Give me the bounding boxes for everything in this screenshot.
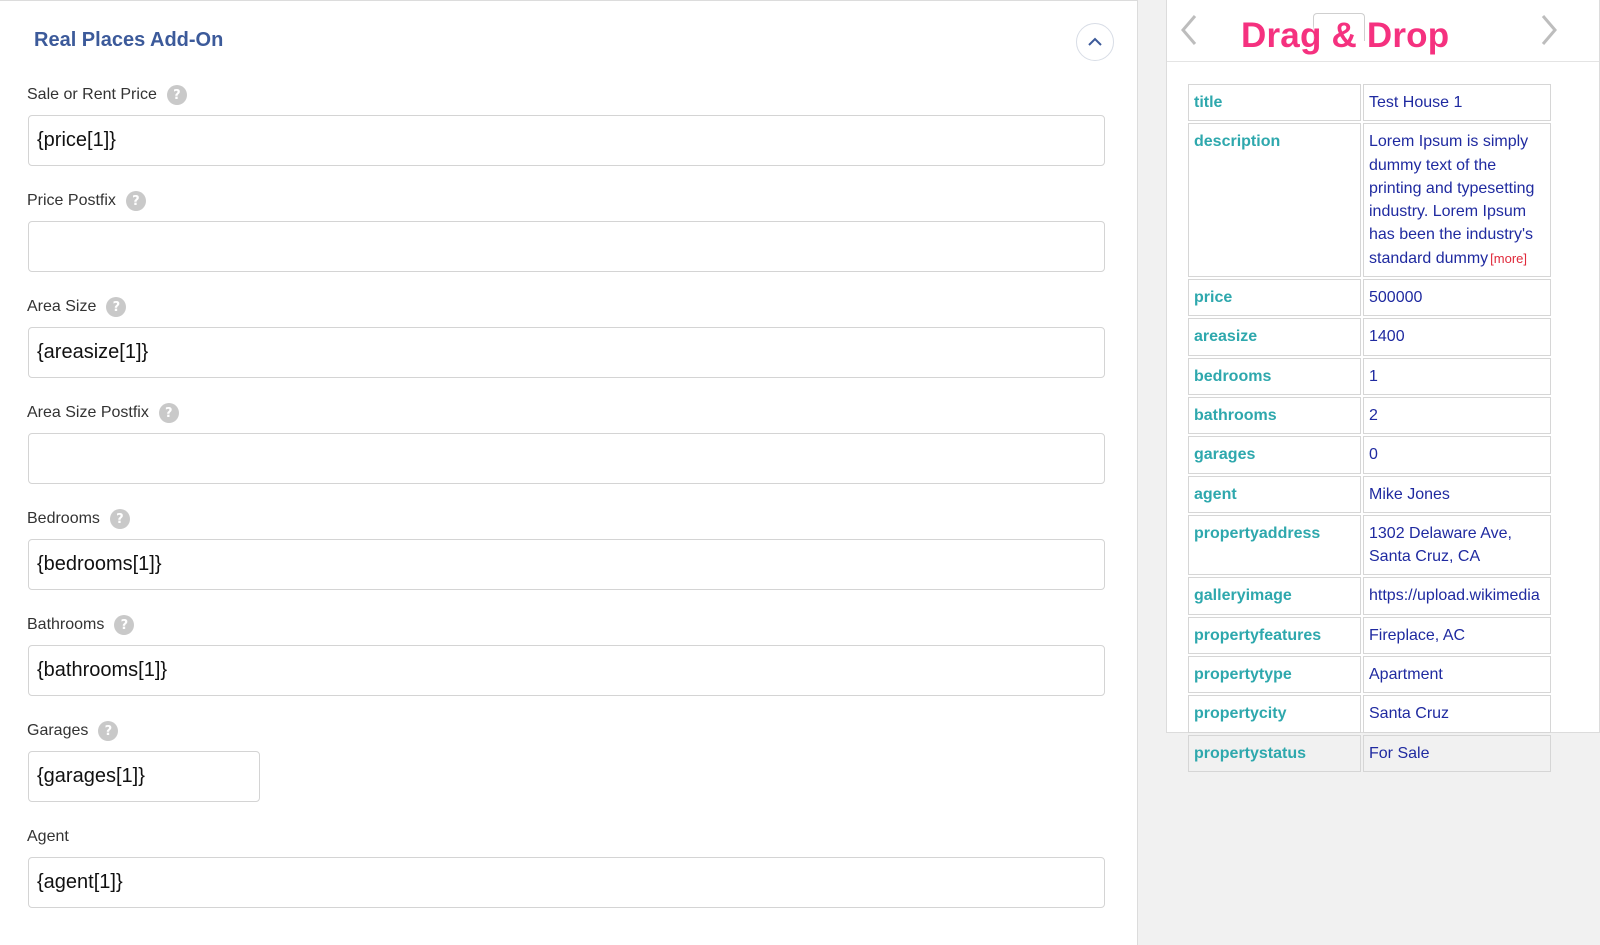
table-row: title Test House 1: [1188, 84, 1551, 122]
help-icon[interactable]: ?: [125, 191, 146, 211]
area-size-input[interactable]: [28, 327, 1105, 378]
field-key[interactable]: propertystatus: [1188, 734, 1361, 772]
field-label-agent: Agent: [27, 826, 69, 848]
price-postfix-input[interactable]: [28, 221, 1105, 272]
table-row: propertytype Apartment: [1188, 656, 1551, 694]
field-key[interactable]: propertyaddress: [1188, 514, 1361, 576]
help-icon[interactable]: ?: [106, 297, 127, 317]
field-value[interactable]: 1302 Delaware Ave, Santa Cruz, CA: [1363, 514, 1551, 576]
field-value[interactable]: 2: [1363, 396, 1551, 435]
field-label-text: Area Size: [27, 298, 97, 315]
chevron-right-icon: [1541, 15, 1557, 45]
field-label-price-postfix: Price Postfix ?: [27, 190, 146, 212]
price-input[interactable]: [28, 115, 1105, 166]
collapse-button[interactable]: [1076, 23, 1114, 61]
more-link[interactable]: [more]: [1490, 251, 1527, 266]
field-value[interactable]: Test House 1: [1363, 84, 1551, 122]
real-places-addon-panel: Real Places Add-On Sale or Rent Price ? …: [0, 0, 1138, 945]
agent-input[interactable]: [28, 857, 1105, 908]
table-row: agent Mike Jones: [1188, 475, 1551, 513]
field-label-bathrooms: Bathrooms ?: [27, 614, 135, 636]
table-row: price 500000: [1188, 279, 1551, 317]
field-label-price: Sale or Rent Price ?: [27, 84, 187, 106]
previous-record-button[interactable]: [1177, 12, 1201, 48]
table-row: description Lorem Ipsum is simply dummy …: [1188, 123, 1551, 278]
field-label-area-size: Area Size ?: [27, 296, 127, 318]
field-label-garages: Garages ?: [27, 720, 119, 742]
description-text: Lorem Ipsum is simply dummy text of the …: [1369, 133, 1535, 267]
table-row: bedrooms 1: [1188, 357, 1551, 395]
panel-title: Real Places Add-On: [34, 29, 224, 51]
bedrooms-input[interactable]: [28, 539, 1105, 590]
table-row: galleryimage https://upload.wikimedia: [1188, 577, 1551, 615]
field-key[interactable]: bedrooms: [1188, 357, 1361, 395]
table-row: propertycity Santa Cruz: [1188, 695, 1551, 733]
field-label-text: Bedrooms: [27, 510, 100, 527]
help-icon[interactable]: ?: [109, 509, 130, 529]
drag-drop-panel: Drag & Drop title Test House 1 descripti…: [1166, 0, 1600, 772]
field-key[interactable]: description: [1188, 123, 1361, 278]
help-icon[interactable]: ?: [98, 721, 119, 741]
table-row: propertystatus For Sale: [1188, 734, 1551, 772]
field-value[interactable]: https://upload.wikimedia: [1363, 577, 1551, 615]
area-size-postfix-input[interactable]: [28, 433, 1105, 484]
field-value[interactable]: For Sale: [1363, 734, 1551, 772]
help-icon[interactable]: ?: [158, 403, 179, 423]
field-value[interactable]: Apartment: [1363, 656, 1551, 694]
chevron-up-icon: [1088, 37, 1102, 46]
bathrooms-input[interactable]: [28, 645, 1105, 696]
record-data-table: title Test House 1 description Lorem Ips…: [1186, 82, 1553, 774]
field-key[interactable]: propertytype: [1188, 656, 1361, 694]
field-key[interactable]: galleryimage: [1188, 577, 1361, 615]
table-row: areasize 1400: [1188, 318, 1551, 356]
help-icon[interactable]: ?: [166, 85, 187, 105]
field-key[interactable]: title: [1188, 84, 1361, 122]
table-row: garages 0: [1188, 436, 1551, 474]
field-value[interactable]: Fireplace, AC: [1363, 616, 1551, 655]
help-icon[interactable]: ?: [114, 615, 135, 635]
field-key[interactable]: garages: [1188, 436, 1361, 474]
drag-drop-title: Drag & Drop: [1241, 16, 1450, 55]
garages-input[interactable]: [28, 751, 260, 802]
field-key[interactable]: propertyfeatures: [1188, 616, 1361, 655]
field-key[interactable]: propertycity: [1188, 695, 1361, 733]
field-label-text: Area Size Postfix: [27, 404, 149, 421]
table-row: propertyaddress 1302 Delaware Ave, Santa…: [1188, 514, 1551, 576]
table-row: propertyfeatures Fireplace, AC: [1188, 616, 1551, 655]
field-value[interactable]: Mike Jones: [1363, 475, 1551, 513]
field-key[interactable]: agent: [1188, 475, 1361, 513]
field-label-bedrooms: Bedrooms ?: [27, 508, 130, 530]
field-key[interactable]: price: [1188, 279, 1361, 317]
field-value[interactable]: 500000: [1363, 279, 1551, 317]
field-label-text: Agent: [27, 828, 69, 845]
field-value[interactable]: Santa Cruz: [1363, 695, 1551, 733]
next-record-button[interactable]: [1537, 12, 1561, 48]
field-value[interactable]: 0: [1363, 436, 1551, 474]
field-label-text: Bathrooms: [27, 616, 105, 633]
field-label-area-size-postfix: Area Size Postfix ?: [27, 402, 179, 424]
field-key[interactable]: bathrooms: [1188, 396, 1361, 435]
field-label-text: Sale or Rent Price: [27, 86, 157, 103]
drag-drop-header: Drag & Drop: [1167, 0, 1599, 62]
table-row: bathrooms 2: [1188, 396, 1551, 435]
field-label-text: Price Postfix: [27, 192, 116, 209]
field-value[interactable]: 1: [1363, 357, 1551, 395]
field-key[interactable]: areasize: [1188, 318, 1361, 356]
field-value[interactable]: 1400: [1363, 318, 1551, 356]
chevron-left-icon: [1181, 15, 1197, 45]
field-label-text: Garages: [27, 722, 89, 739]
field-value[interactable]: Lorem Ipsum is simply dummy text of the …: [1363, 123, 1551, 278]
